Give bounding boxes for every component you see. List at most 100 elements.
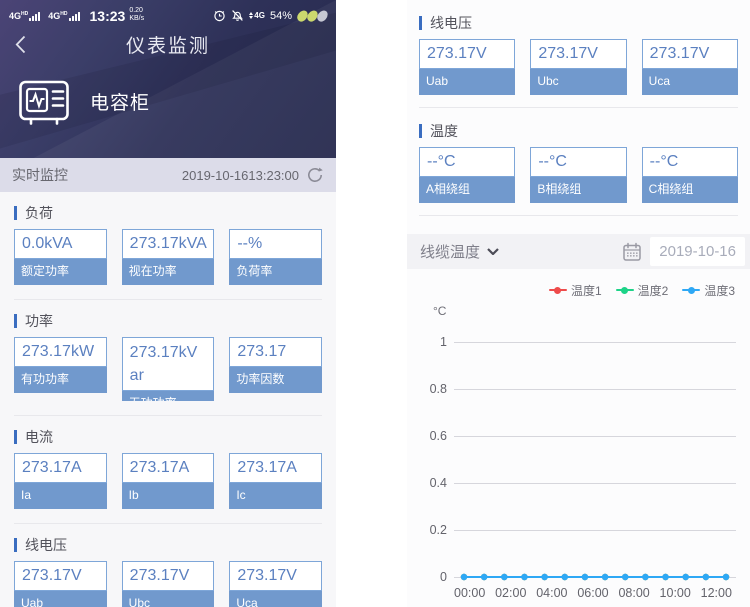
legend-item[interactable]: 温度3 xyxy=(682,282,735,299)
metric-card: 0.0kVA 额定功率 xyxy=(14,229,107,285)
metric-card: 273.17V Ubc xyxy=(530,39,627,95)
legend-item[interactable]: 温度2 xyxy=(615,282,668,299)
y-tick: 0.2 xyxy=(429,523,447,537)
metric-value: --°C xyxy=(641,147,738,177)
phone-screen-right: 线电压 273.17V Uab 273.17V Ubc 273.17V Uca … xyxy=(407,0,750,607)
calendar-button[interactable] xyxy=(622,242,642,262)
section-title: 负荷 xyxy=(14,204,322,222)
metric-label: Uca xyxy=(229,591,322,607)
sim1-network-label: 4G xyxy=(9,11,22,21)
section-title: 线电压 xyxy=(14,536,322,554)
card-row: 0.0kVA 额定功率 273.17kVA 视在功率 --% 负荷率 xyxy=(14,229,322,285)
status-bar: 4GHD 4GHD 13:23 0.20 KB/s 4G 54% xyxy=(0,0,336,26)
metric-selector[interactable]: 线缆温度 xyxy=(420,241,499,262)
y-tick: 1 xyxy=(440,335,447,349)
metric-card: 273.17kW 有功功率 xyxy=(14,337,107,393)
date-value: 2019-10-16 xyxy=(659,243,736,260)
y-axis-unit: °C xyxy=(433,304,447,318)
legend-marker xyxy=(615,286,634,294)
metric-value: 273.17V xyxy=(641,39,738,69)
sim1-network-sup: HD xyxy=(21,11,29,17)
metric-label: Ubc xyxy=(530,69,627,95)
realtime-monitor-bar: 实时监控 2019-10-1613:23:00 xyxy=(0,158,336,192)
chart-legend: 温度1 温度2 温度3 xyxy=(419,282,738,299)
metric-value: 273.17V xyxy=(121,561,215,591)
legend-item[interactable]: 温度1 xyxy=(548,282,602,299)
section-current: 电流 273.17A Ia 273.17A Ib 273.17A Ic xyxy=(14,428,322,524)
device-name: 电容柜 xyxy=(90,92,151,114)
metric-label: 负荷率 xyxy=(229,259,322,285)
y-tick: 0.6 xyxy=(429,429,447,443)
monitor-timestamp: 2019-10-1613:23:00 xyxy=(181,167,299,183)
x-tick: 12:00 xyxy=(700,586,732,600)
x-tick: 00:00 xyxy=(454,586,486,600)
metric-label: Uab xyxy=(419,69,516,95)
x-tick: 02:00 xyxy=(495,586,527,600)
y-tick: 0.4 xyxy=(429,476,447,490)
date-picker[interactable]: 2019-10-16 xyxy=(650,237,745,266)
mobile-data-4g-icon: 4G xyxy=(249,11,265,20)
metric-value: --°C xyxy=(419,147,516,177)
divider xyxy=(14,299,322,300)
metric-label: 有功功率 xyxy=(14,367,107,393)
network-speed: 0.20 KB/s xyxy=(129,7,144,22)
section-temperature: 温度 --°C A相绕组 --°C B相绕组 --°C C相绕组 xyxy=(419,122,738,216)
metric-card: --% 负荷率 xyxy=(229,229,322,285)
metric-label: B相绕组 xyxy=(530,177,627,203)
card-row: 273.17V Uab 273.17V Ubc 273.17V Uca xyxy=(419,39,738,95)
section-title: 电流 xyxy=(14,428,322,446)
refresh-button[interactable] xyxy=(306,166,324,184)
section-title-text: 功率 xyxy=(25,313,53,329)
x-tick: 06:00 xyxy=(577,586,609,600)
metric-value: 0.0kVA xyxy=(14,229,107,259)
sim2-network-sup: HD xyxy=(60,11,68,17)
metric-value: 273.17kVA xyxy=(121,229,215,259)
mobile-data-label: 4G xyxy=(254,11,265,20)
refresh-icon xyxy=(308,167,323,183)
metric-card: 273.17A Ib xyxy=(121,453,215,509)
card-row: 273.17V Uab 273.17V Ubc 273.17V Uca xyxy=(14,561,322,607)
title-accent-bar xyxy=(14,314,17,328)
metric-label: 无功功率 xyxy=(121,391,215,401)
x-tick: 08:00 xyxy=(618,586,650,600)
phone-screen-left: 4GHD 4GHD 13:23 0.20 KB/s 4G 54% 仪表监测 电容… xyxy=(0,0,336,607)
metric-label: 额定功率 xyxy=(14,259,107,285)
metric-value: --% xyxy=(229,229,322,259)
legend-label: 温度3 xyxy=(704,283,735,298)
alarm-clock-icon xyxy=(214,10,225,22)
metric-card: 273.17V Uca xyxy=(229,561,322,607)
signal-sim1-icon: 4GHD xyxy=(9,10,41,21)
title-accent-bar xyxy=(14,430,17,444)
section-load: 负荷 0.0kVA 额定功率 273.17kVA 视在功率 --% 负荷率 xyxy=(14,204,322,300)
temperature-line-chart: °C 1 0.8 0.6 0.4 0.2 0 00:00 02:00 04:00… xyxy=(419,303,738,603)
app-header: 4GHD 4GHD 13:23 0.20 KB/s 4G 54% 仪表监测 电容… xyxy=(0,0,336,158)
y-tick: 0 xyxy=(440,570,447,584)
battery-icon xyxy=(295,8,330,23)
metric-value: 273.17A xyxy=(229,453,322,483)
card-row: 273.17kW 有功功率 273.17kVar 无功功率 273.17 功率因… xyxy=(14,337,322,401)
metric-value: 273.17A xyxy=(121,453,215,483)
x-axis-labels: 00:00 02:00 04:00 06:00 08:00 10:00 12:0… xyxy=(454,586,732,600)
battery-percent: 54% xyxy=(269,9,292,22)
metric-card: 273.17 功率因数 xyxy=(229,337,322,393)
metric-value: 273.17kW xyxy=(14,337,107,367)
section-title-text: 温度 xyxy=(430,123,458,139)
section-title-text: 线电压 xyxy=(430,15,472,31)
section-title: 功率 xyxy=(14,312,322,330)
metric-value: 273.17kVar xyxy=(121,337,215,391)
metric-value: 273.17V xyxy=(14,561,107,591)
title-accent-bar xyxy=(14,206,17,220)
divider xyxy=(14,523,322,524)
status-time: 13:23 xyxy=(89,7,126,24)
divider xyxy=(14,415,322,416)
x-tick: 04:00 xyxy=(536,586,568,600)
metric-card: --°C A相绕组 xyxy=(419,147,516,203)
section-title: 温度 xyxy=(419,122,738,140)
metric-card: 273.17V Uca xyxy=(641,39,738,95)
monitor-label: 实时监控 xyxy=(12,167,68,183)
device-row: 电容柜 xyxy=(0,62,336,129)
signal-sim2-icon: 4GHD xyxy=(48,10,80,21)
metric-card: 273.17A Ic xyxy=(229,453,322,509)
metric-label: Ia xyxy=(14,483,107,509)
legend-label: 温度1 xyxy=(570,283,602,298)
